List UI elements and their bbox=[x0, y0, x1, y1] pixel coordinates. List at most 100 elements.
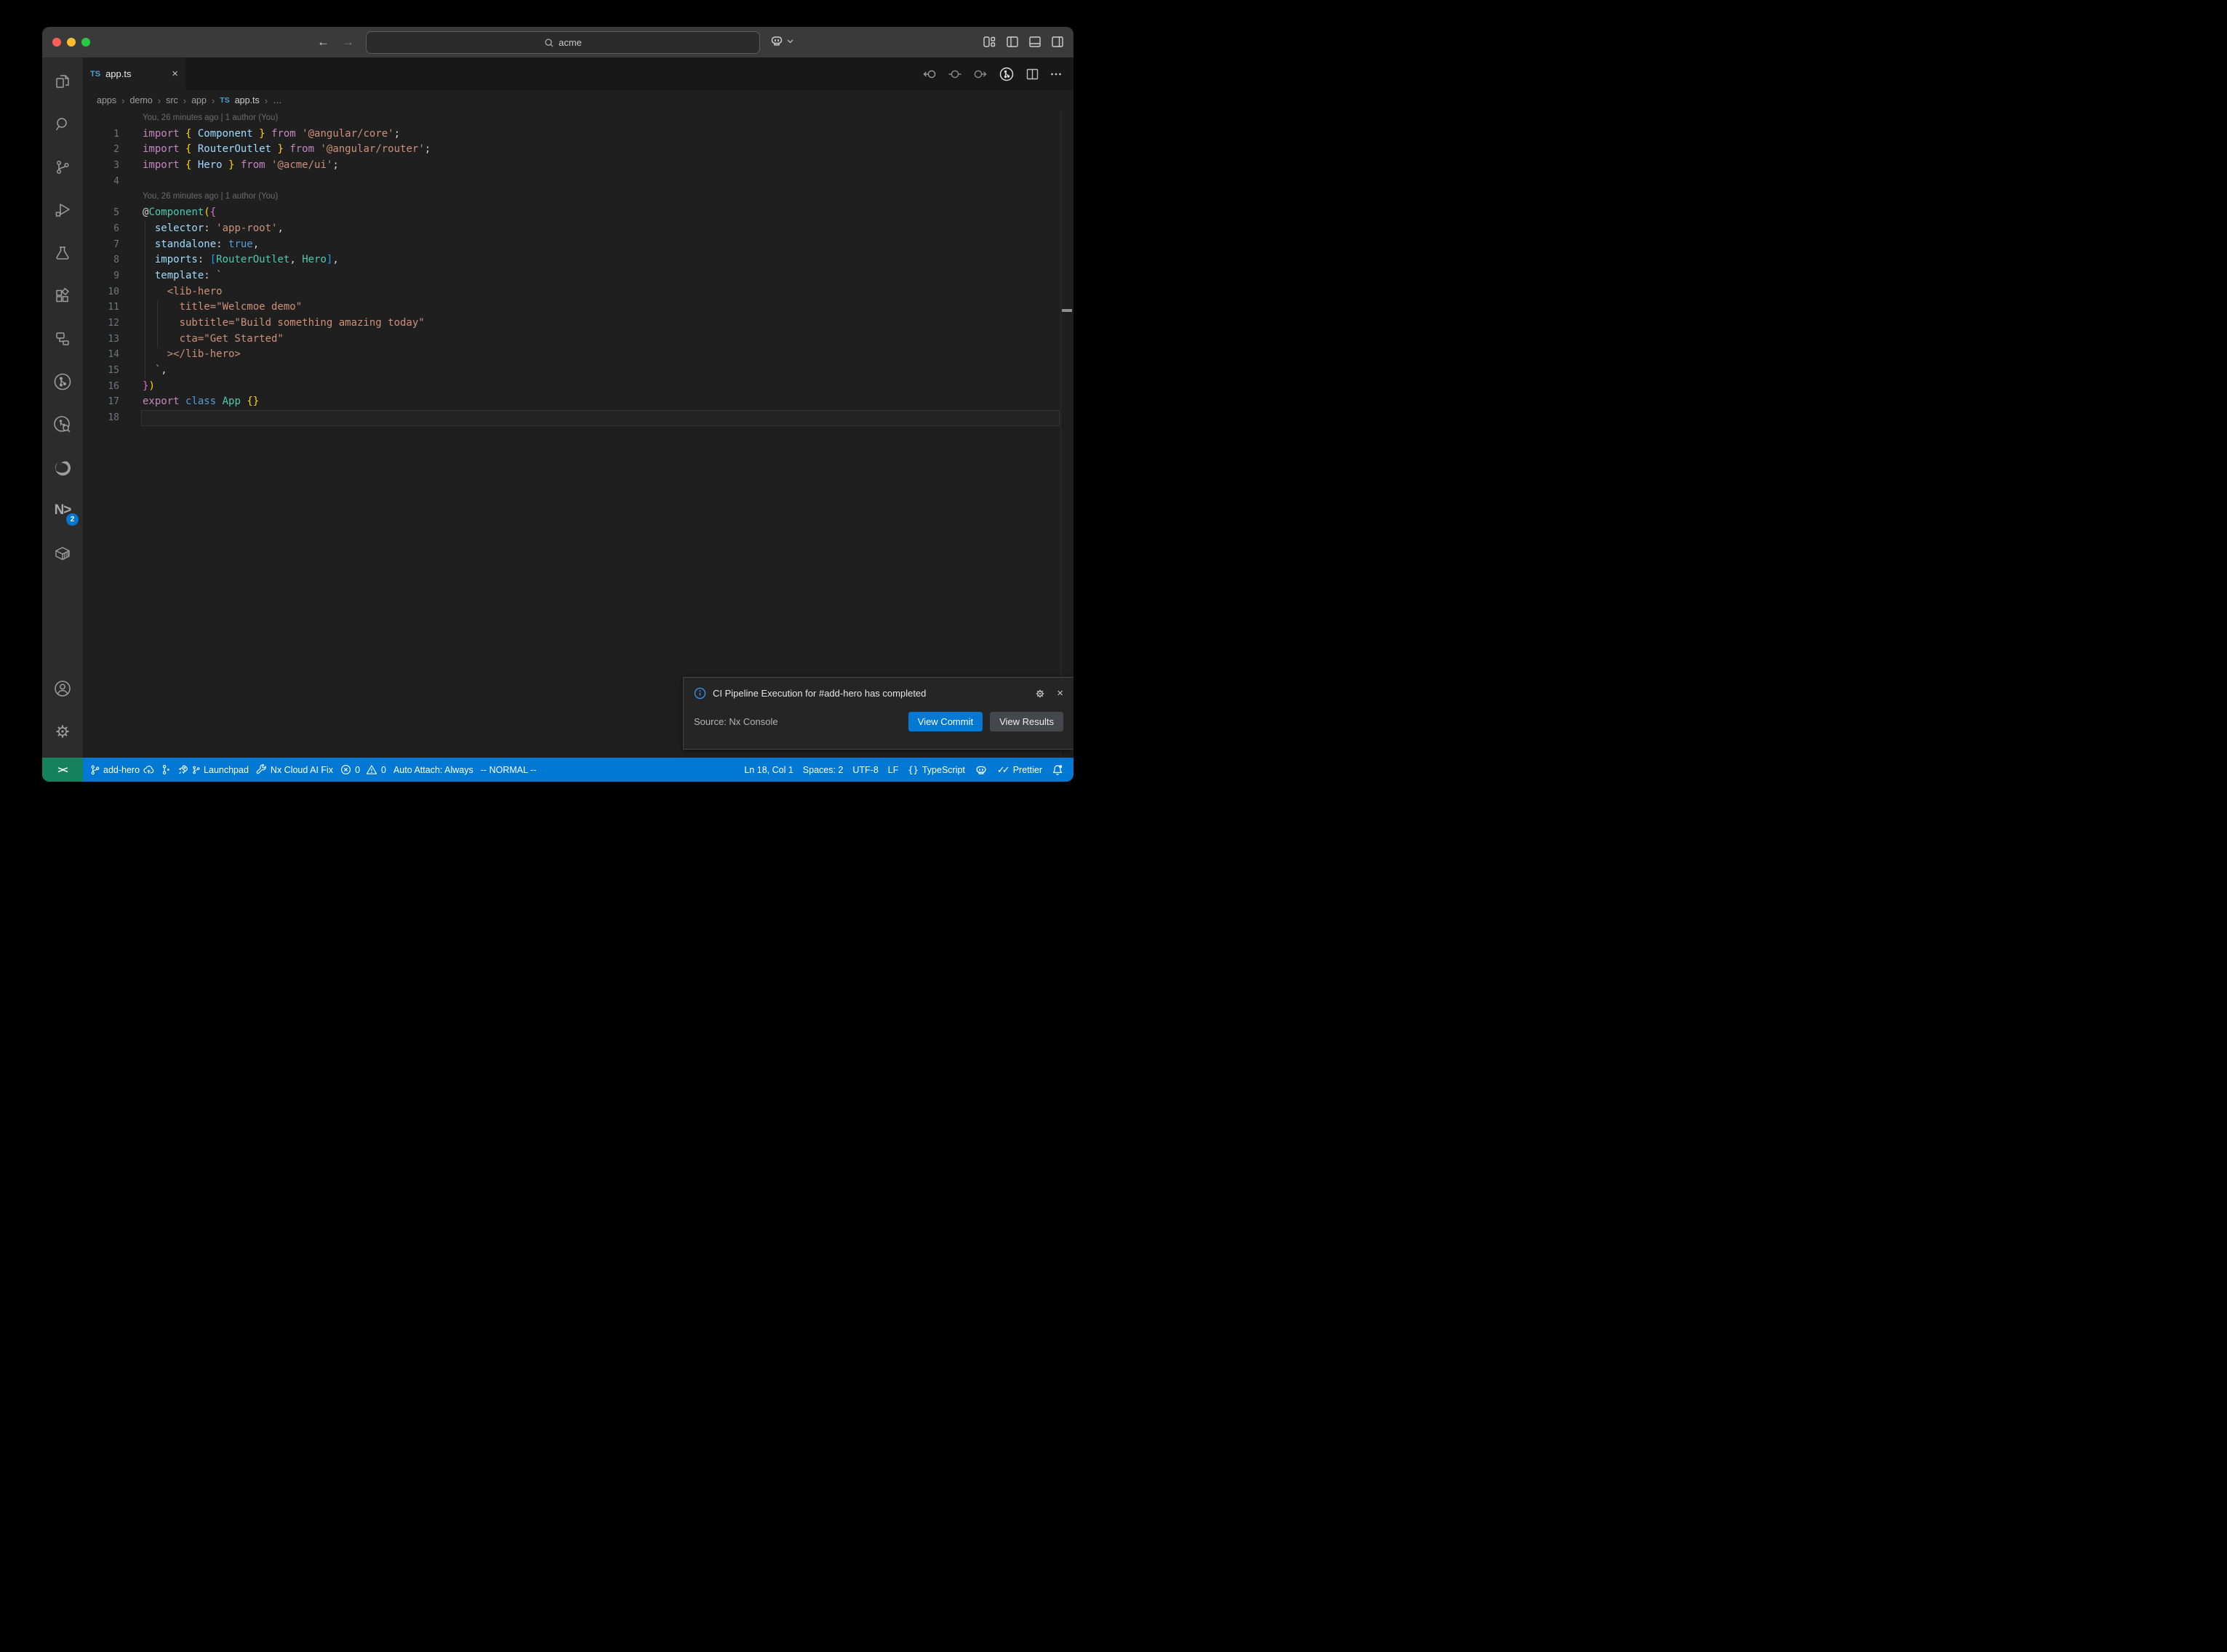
settings-button[interactable] bbox=[47, 715, 79, 748]
linked-views-tab[interactable] bbox=[47, 322, 79, 356]
gitlens-tab[interactable] bbox=[47, 365, 79, 398]
search-tab[interactable] bbox=[47, 108, 79, 141]
nx-cloud-fix-button[interactable]: Nx Cloud AI Fix bbox=[256, 764, 333, 775]
split-editor-button[interactable] bbox=[1026, 68, 1039, 80]
code-line[interactable]: 17export class App {} bbox=[83, 394, 1073, 410]
explorer-tab[interactable] bbox=[47, 65, 79, 98]
copilot-icon bbox=[769, 33, 784, 48]
zoom-window-button[interactable] bbox=[81, 38, 90, 47]
cursor-position-status[interactable]: Ln 18, Col 1 bbox=[744, 765, 793, 775]
accounts-button[interactable] bbox=[47, 672, 79, 705]
nx-badge: 2 bbox=[66, 513, 79, 526]
code-line[interactable]: 12 subtitle="Build something amazing tod… bbox=[83, 316, 1073, 332]
notification-settings-gear-icon[interactable] bbox=[1034, 688, 1046, 699]
vim-mode-status[interactable]: -- NORMAL -- bbox=[481, 765, 537, 775]
language-mode-status[interactable]: {} TypeScript bbox=[908, 765, 965, 775]
breadcrumb-item-demo[interactable]: demo bbox=[129, 95, 152, 105]
encoding-status[interactable]: UTF-8 bbox=[852, 765, 878, 775]
code-line[interactable]: 3import { Hero } from '@acme/ui'; bbox=[83, 158, 1073, 174]
cloud-upload-icon bbox=[143, 765, 154, 774]
launchpad-button[interactable]: Launchpad bbox=[177, 764, 249, 775]
edge-tools-tab[interactable] bbox=[47, 451, 79, 484]
more-actions-button[interactable] bbox=[1050, 68, 1062, 80]
commit-graph-button[interactable] bbox=[999, 66, 1015, 82]
code-line[interactable]: 11 title="Welcmoe demo" bbox=[83, 300, 1073, 316]
problems-status[interactable]: 0 0 bbox=[340, 764, 386, 775]
activity-bar: N> 2 bbox=[42, 57, 83, 758]
code-line[interactable]: 14 ></lib-hero> bbox=[83, 347, 1073, 363]
overview-ruler[interactable] bbox=[1060, 111, 1073, 758]
code-line[interactable]: 7 standalone: true, bbox=[83, 237, 1073, 253]
extensions-tab[interactable] bbox=[47, 279, 79, 313]
code-line[interactable]: 15 `, bbox=[83, 363, 1073, 379]
tab-close-button[interactable]: × bbox=[172, 68, 178, 80]
title-bar: ← → acme bbox=[42, 27, 1073, 57]
tab-label: app.ts bbox=[105, 68, 131, 79]
container-icon bbox=[53, 544, 72, 563]
close-window-button[interactable] bbox=[52, 38, 61, 47]
breadcrumb-item-file[interactable]: app.ts bbox=[235, 95, 260, 105]
copilot-menu-button[interactable] bbox=[769, 33, 793, 48]
previous-change-button[interactable] bbox=[923, 68, 937, 80]
customize-layout-button[interactable] bbox=[983, 36, 996, 47]
tab-app-ts[interactable]: TS app.ts × bbox=[83, 57, 185, 90]
code-line[interactable]: 18 bbox=[83, 410, 1073, 426]
notification-source: Source: Nx Console bbox=[694, 716, 908, 727]
code-line[interactable]: 8 imports: [RouterOutlet, Hero], bbox=[83, 252, 1073, 268]
vscode-window: ← → acme bbox=[42, 27, 1073, 782]
code-line[interactable]: 13 cta="Get Started" bbox=[83, 332, 1073, 348]
blame-line[interactable]: You, 26 minutes ago | 1 author (You) bbox=[83, 111, 1073, 127]
code-line[interactable]: 16}) bbox=[83, 379, 1073, 395]
indent-guide bbox=[157, 300, 158, 348]
notification-close-button[interactable]: × bbox=[1057, 687, 1063, 699]
navigate-forward-button[interactable]: → bbox=[342, 27, 354, 57]
minimize-window-button[interactable] bbox=[67, 38, 76, 47]
git-branch-status[interactable]: add-hero bbox=[90, 765, 154, 775]
beaker-icon bbox=[54, 244, 71, 262]
view-results-button[interactable]: View Results bbox=[990, 712, 1063, 731]
breadcrumb-item-src[interactable]: src bbox=[166, 95, 178, 105]
breadcrumb-item-symbol[interactable]: … bbox=[273, 95, 282, 105]
code-line[interactable]: 5@Component({ bbox=[83, 205, 1073, 221]
extensions-icon bbox=[54, 287, 71, 305]
notifications-bell[interactable] bbox=[1052, 764, 1063, 776]
code-line[interactable]: 6 selector: 'app-root', bbox=[83, 221, 1073, 237]
remote-indicator[interactable]: >< bbox=[42, 758, 83, 782]
code-line[interactable]: 4 bbox=[83, 174, 1073, 190]
open-change-button[interactable] bbox=[948, 68, 961, 80]
containers-tab[interactable] bbox=[47, 537, 79, 570]
command-center-search[interactable]: acme bbox=[366, 31, 760, 54]
code-line[interactable]: 9 template: ` bbox=[83, 268, 1073, 284]
testing-tab[interactable] bbox=[47, 236, 79, 270]
gitlens-inspect-tab[interactable] bbox=[47, 408, 79, 441]
files-icon bbox=[54, 73, 71, 90]
breadcrumb-item-apps[interactable]: apps bbox=[97, 95, 116, 105]
blame-line[interactable]: You, 26 minutes ago | 1 author (You) bbox=[83, 189, 1073, 205]
navigate-back-button[interactable]: ← bbox=[317, 27, 329, 57]
toggle-primary-sidebar-button[interactable] bbox=[1007, 36, 1018, 47]
error-icon bbox=[340, 764, 351, 775]
editor-group: TS app.ts × bbox=[83, 57, 1073, 758]
next-change-button[interactable] bbox=[973, 68, 987, 80]
indentation-status[interactable]: Spaces: 2 bbox=[803, 765, 844, 775]
view-commit-button[interactable]: View Commit bbox=[908, 712, 983, 731]
auto-attach-status[interactable]: Auto Attach: Always bbox=[393, 765, 473, 775]
source-control-tab[interactable] bbox=[47, 151, 79, 184]
code-line[interactable]: 1import { Component } from '@angular/cor… bbox=[83, 127, 1073, 143]
gitlens-graph-icon bbox=[52, 372, 73, 392]
double-check-icon: ✓✓ bbox=[997, 764, 1009, 776]
code-editor[interactable]: You, 26 minutes ago | 1 author (You)1imp… bbox=[83, 111, 1073, 758]
formatter-status[interactable]: ✓✓ Prettier bbox=[997, 764, 1042, 776]
commit-graph-status-button[interactable] bbox=[161, 764, 170, 775]
code-line[interactable]: 2import { RouterOutlet } from '@angular/… bbox=[83, 142, 1073, 158]
nx-console-tab[interactable]: N> 2 bbox=[47, 494, 79, 527]
toggle-panel-button[interactable] bbox=[1029, 36, 1041, 47]
toggle-secondary-sidebar-button[interactable] bbox=[1052, 36, 1063, 47]
code-line[interactable]: 10 <lib-hero bbox=[83, 284, 1073, 300]
search-icon bbox=[54, 116, 71, 133]
chevron-right-icon: › bbox=[212, 95, 215, 106]
run-debug-tab[interactable] bbox=[47, 193, 79, 227]
copilot-status[interactable] bbox=[975, 763, 988, 777]
eol-status[interactable]: LF bbox=[888, 765, 899, 775]
breadcrumb-item-app[interactable]: app bbox=[191, 95, 207, 105]
